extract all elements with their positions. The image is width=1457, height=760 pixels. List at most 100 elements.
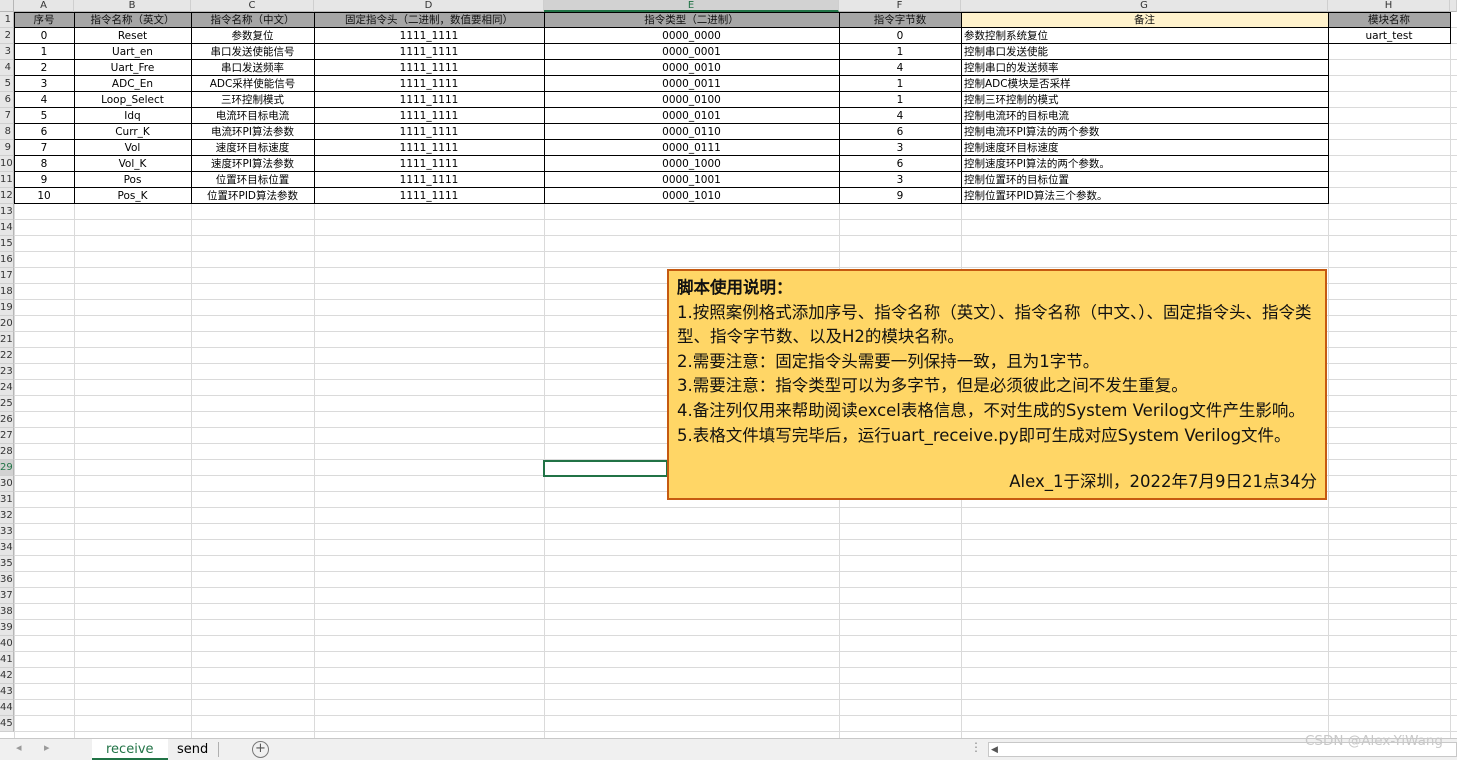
row-header-33[interactable]: 33 bbox=[0, 524, 14, 540]
row-header-20[interactable]: 20 bbox=[0, 316, 14, 332]
row-header-37[interactable]: 37 bbox=[0, 588, 14, 604]
table-cell[interactable]: Idq bbox=[74, 108, 191, 124]
row-header-40[interactable]: 40 bbox=[0, 636, 14, 652]
select-all-corner[interactable] bbox=[0, 0, 14, 12]
table-cell[interactable]: 0000_0100 bbox=[544, 92, 839, 108]
table-cell[interactable] bbox=[1328, 60, 1450, 76]
header-cell-d[interactable]: 固定指令头（二进制，数值要相同） bbox=[314, 12, 544, 28]
row-header-43[interactable]: 43 bbox=[0, 684, 14, 700]
table-cell[interactable]: 控制串口发送使能 bbox=[961, 44, 1328, 60]
table-cell[interactable]: 3 bbox=[839, 140, 961, 156]
row-header-29[interactable]: 29 bbox=[0, 460, 14, 476]
header-cell-g[interactable]: 备注 bbox=[961, 12, 1328, 28]
table-cell[interactable] bbox=[1328, 188, 1450, 204]
table-cell[interactable]: Reset bbox=[74, 28, 191, 44]
table-cell[interactable]: 1 bbox=[839, 44, 961, 60]
tab-receive[interactable]: receive bbox=[92, 739, 168, 760]
column-header-g[interactable]: G bbox=[961, 0, 1328, 12]
row-header-16[interactable]: 16 bbox=[0, 252, 14, 268]
row-header-28[interactable]: 28 bbox=[0, 444, 14, 460]
row-header-11[interactable]: 11 bbox=[0, 172, 14, 188]
table-cell[interactable] bbox=[1328, 44, 1450, 60]
column-header-a[interactable]: A bbox=[14, 0, 74, 12]
row-header-7[interactable]: 7 bbox=[0, 108, 14, 124]
row-header-6[interactable]: 6 bbox=[0, 92, 14, 108]
table-cell[interactable]: 6 bbox=[14, 124, 74, 140]
row-header-22[interactable]: 22 bbox=[0, 348, 14, 364]
header-cell-b[interactable]: 指令名称（英文） bbox=[74, 12, 191, 28]
table-cell[interactable]: 参数复位 bbox=[191, 28, 314, 44]
table-cell[interactable]: 9 bbox=[839, 188, 961, 204]
table-cell[interactable]: 控制三环控制的模式 bbox=[961, 92, 1328, 108]
table-cell[interactable]: 三环控制模式 bbox=[191, 92, 314, 108]
header-cell-a[interactable]: 序号 bbox=[14, 12, 74, 28]
row-header-36[interactable]: 36 bbox=[0, 572, 14, 588]
table-cell[interactable]: 1111_1111 bbox=[314, 124, 544, 140]
header-cell-e[interactable]: 指令类型（二进制） bbox=[544, 12, 839, 28]
table-cell[interactable]: 4 bbox=[839, 60, 961, 76]
row-header-31[interactable]: 31 bbox=[0, 492, 14, 508]
table-cell[interactable]: Vol_K bbox=[74, 156, 191, 172]
row-header-2[interactable]: 2 bbox=[0, 28, 14, 44]
table-cell[interactable]: 0 bbox=[14, 28, 74, 44]
table-cell[interactable]: 0000_1001 bbox=[544, 172, 839, 188]
row-header-24[interactable]: 24 bbox=[0, 380, 14, 396]
row-header-8[interactable]: 8 bbox=[0, 124, 14, 140]
table-cell[interactable]: ADC_En bbox=[74, 76, 191, 92]
table-cell[interactable]: 速度环PI算法参数 bbox=[191, 156, 314, 172]
table-cell[interactable]: 1111_1111 bbox=[314, 172, 544, 188]
column-header-f[interactable]: F bbox=[839, 0, 961, 12]
table-cell[interactable]: 1111_1111 bbox=[314, 28, 544, 44]
next-sheet-icon[interactable]: ▸ bbox=[44, 741, 50, 754]
instructions-textbox[interactable]: 脚本使用说明： 1.按照案例格式添加序号、指令名称（英文）、指令名称（中文、）、… bbox=[667, 269, 1327, 500]
row-header-26[interactable]: 26 bbox=[0, 412, 14, 428]
row-header-10[interactable]: 10 bbox=[0, 156, 14, 172]
row-header-19[interactable]: 19 bbox=[0, 300, 14, 316]
table-cell[interactable]: 1111_1111 bbox=[314, 140, 544, 156]
table-cell[interactable] bbox=[1328, 140, 1450, 156]
header-cell-c[interactable]: 指令名称（中文） bbox=[191, 12, 314, 28]
table-cell[interactable]: 4 bbox=[14, 92, 74, 108]
table-cell[interactable]: Uart_en bbox=[74, 44, 191, 60]
table-cell[interactable]: 串口发送频率 bbox=[191, 60, 314, 76]
table-cell[interactable]: 1111_1111 bbox=[314, 188, 544, 204]
row-header-18[interactable]: 18 bbox=[0, 284, 14, 300]
column-header-b[interactable]: B bbox=[74, 0, 191, 12]
row-header-15[interactable]: 15 bbox=[0, 236, 14, 252]
add-sheet-icon[interactable]: + bbox=[252, 741, 269, 758]
header-cell-f[interactable]: 指令字节数 bbox=[839, 12, 961, 28]
table-cell[interactable]: 10 bbox=[14, 188, 74, 204]
tab-send[interactable]: send bbox=[163, 739, 222, 760]
table-cell[interactable]: 控制位置环PID算法三个参数。 bbox=[961, 188, 1328, 204]
scroll-left-icon[interactable]: ◀ bbox=[991, 743, 998, 757]
selected-cell-e29[interactable] bbox=[543, 460, 668, 477]
table-cell[interactable]: 控制速度环目标速度 bbox=[961, 140, 1328, 156]
table-cell[interactable]: 3 bbox=[14, 76, 74, 92]
table-cell[interactable]: Uart_Fre bbox=[74, 60, 191, 76]
row-header-35[interactable]: 35 bbox=[0, 556, 14, 572]
table-cell[interactable] bbox=[1328, 76, 1450, 92]
table-cell[interactable]: 1111_1111 bbox=[314, 108, 544, 124]
table-cell[interactable]: 8 bbox=[14, 156, 74, 172]
table-cell[interactable]: uart_test bbox=[1328, 28, 1450, 44]
table-cell[interactable] bbox=[1328, 108, 1450, 124]
table-cell[interactable]: 1 bbox=[839, 92, 961, 108]
table-cell[interactable]: 位置环目标位置 bbox=[191, 172, 314, 188]
table-cell[interactable]: 7 bbox=[14, 140, 74, 156]
table-cell[interactable]: 0000_0011 bbox=[544, 76, 839, 92]
row-header-9[interactable]: 9 bbox=[0, 140, 14, 156]
row-header-1[interactable]: 1 bbox=[0, 12, 14, 28]
row-header-44[interactable]: 44 bbox=[0, 700, 14, 716]
table-cell[interactable]: 速度环目标速度 bbox=[191, 140, 314, 156]
table-cell[interactable]: 控制ADC模块是否采样 bbox=[961, 76, 1328, 92]
row-header-25[interactable]: 25 bbox=[0, 396, 14, 412]
row-header-39[interactable]: 39 bbox=[0, 620, 14, 636]
column-header-c[interactable]: C bbox=[191, 0, 314, 12]
table-cell[interactable]: Vol bbox=[74, 140, 191, 156]
table-cell[interactable]: 参数控制系统复位 bbox=[961, 28, 1328, 44]
row-header-41[interactable]: 41 bbox=[0, 652, 14, 668]
row-header-42[interactable]: 42 bbox=[0, 668, 14, 684]
table-cell[interactable]: 0000_1000 bbox=[544, 156, 839, 172]
table-cell[interactable]: 1111_1111 bbox=[314, 156, 544, 172]
row-header-27[interactable]: 27 bbox=[0, 428, 14, 444]
